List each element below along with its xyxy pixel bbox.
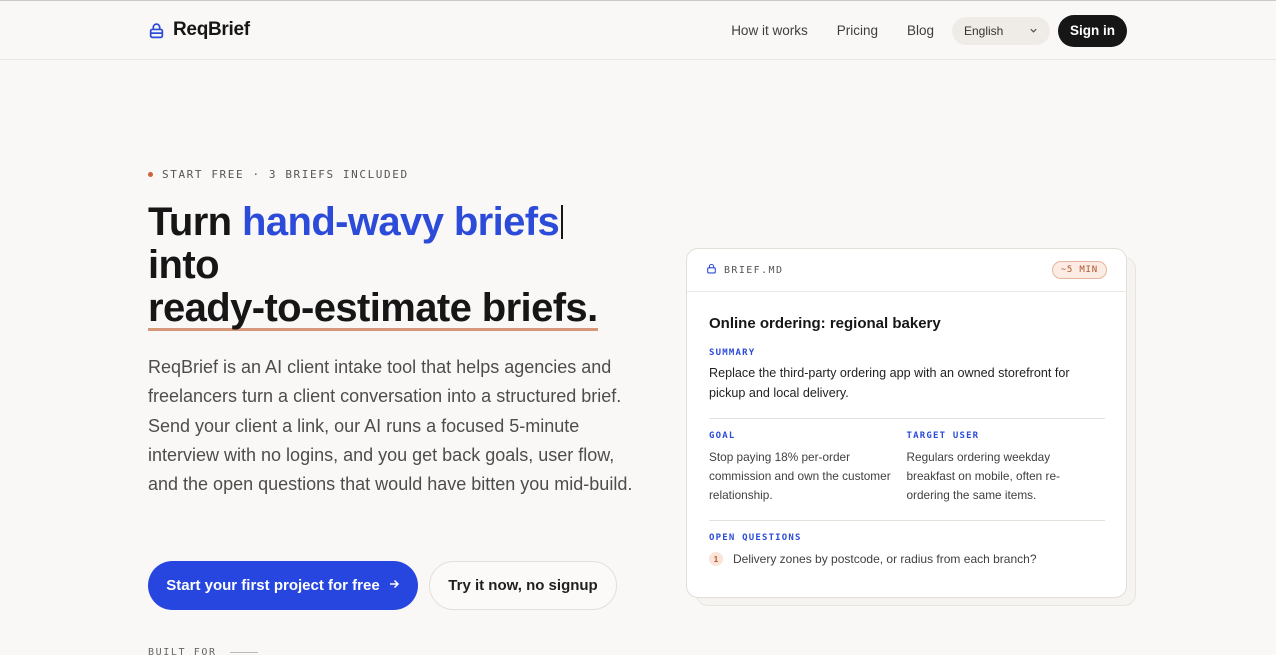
cta-primary-label: Start your first project for free <box>166 577 380 594</box>
logo[interactable]: ReqBrief <box>148 19 250 41</box>
headline-part1: Turn <box>148 200 243 244</box>
eyebrow-text: START FREE · 3 BRIEFS INCLUDED <box>162 168 409 181</box>
brief-file-name: BRIEF.MD <box>706 263 783 277</box>
hero-headline: Turn hand-wavy briefs into ready-to-esti… <box>148 201 598 331</box>
open-question-item: 1 Delivery zones by postcode, or radius … <box>709 552 1104 566</box>
headline-part2: into <box>148 243 220 287</box>
lock-icon <box>148 22 165 39</box>
open-questions-label: OPEN QUESTIONS <box>709 533 802 543</box>
built-for-rule <box>230 652 258 653</box>
goal-label: GOAL <box>709 431 736 441</box>
nav-link-how-it-works[interactable]: How it works <box>731 23 808 38</box>
nav-link-pricing[interactable]: Pricing <box>837 23 878 38</box>
hero-eyebrow: START FREE · 3 BRIEFS INCLUDED <box>148 168 409 181</box>
summary-label: SUMMARY <box>709 348 756 358</box>
language-select[interactable]: English <box>952 16 1050 45</box>
goal-column: GOAL Stop paying 18% per-order commissio… <box>709 431 907 505</box>
chevron-down-icon <box>1029 24 1038 38</box>
main-nav: How it works Pricing Blog English Sign i… <box>731 1 1127 60</box>
typing-cursor <box>561 205 564 239</box>
headline-part3: ready-to-estimate briefs. <box>148 286 598 331</box>
sign-in-button[interactable]: Sign in <box>1058 14 1127 47</box>
arrow-right-icon <box>388 577 400 594</box>
file-lock-icon <box>706 263 717 277</box>
divider <box>709 418 1105 419</box>
question-text: Delivery zones by postcode, or radius fr… <box>733 552 1037 566</box>
headline-accent: hand-wavy briefs <box>242 200 560 244</box>
nav-link-blog[interactable]: Blog <box>907 23 934 38</box>
eyebrow-dot <box>148 172 153 177</box>
summary-text: Replace the third-party ordering app wit… <box>709 366 1070 400</box>
brief-title: Online ordering: regional bakery <box>709 315 941 332</box>
question-number: 1 <box>709 552 723 566</box>
built-for-label: BUILT FOR <box>148 647 217 655</box>
hero-lead: ReqBrief is an AI client intake tool tha… <box>148 357 633 495</box>
goal-text: Stop paying 18% per-order commission and… <box>709 450 891 502</box>
divider <box>709 520 1105 521</box>
language-select-value: English <box>964 23 1004 38</box>
duration-badge: ~5 MIN <box>1051 261 1107 279</box>
try-now-button[interactable]: Try it now, no signup <box>429 561 617 610</box>
target-user-text: Regulars ordering weekday breakfast on m… <box>906 450 1060 502</box>
target-user-label: TARGET USER <box>906 431 980 441</box>
brief-card: BRIEF.MD ~5 MIN Online ordering: regiona… <box>686 248 1127 598</box>
brief-card-body: Online ordering: regional bakery SUMMARY… <box>687 315 1126 566</box>
brand-name: ReqBrief <box>173 19 250 40</box>
start-free-project-button[interactable]: Start your first project for free <box>148 561 418 610</box>
target-user-column: TARGET USER Regulars ordering weekday br… <box>907 431 1105 505</box>
brief-card-header: BRIEF.MD ~5 MIN <box>687 249 1126 292</box>
goal-target-columns: GOAL Stop paying 18% per-order commissio… <box>709 431 1104 505</box>
site-header: ReqBrief How it works Pricing Blog Engli… <box>0 1 1276 60</box>
file-name-text: BRIEF.MD <box>724 264 784 276</box>
